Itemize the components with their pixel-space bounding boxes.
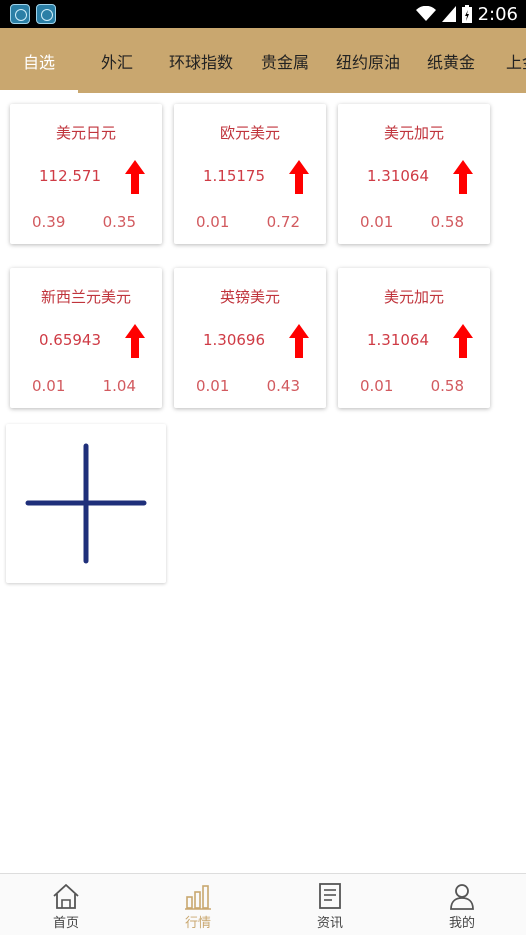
arrow-up-icon xyxy=(289,160,309,194)
nav-profile[interactable]: 我的 xyxy=(396,874,526,935)
quote-card[interactable]: 美元加元 1.31064 0.01 0.58 xyxy=(338,268,490,408)
status-time: 2:06 xyxy=(477,3,518,25)
nav-market[interactable]: 行情 xyxy=(132,874,264,935)
profile-icon xyxy=(450,884,474,910)
quote-price: 1.15175 xyxy=(202,167,266,185)
signal-icon xyxy=(441,6,456,22)
arrow-up-icon xyxy=(125,160,145,194)
nav-label: 首页 xyxy=(52,916,79,931)
quote-card[interactable]: 美元加元 1.31064 0.01 0.58 xyxy=(338,104,490,244)
bottom-navigation: 首页 行情 资讯 我的 xyxy=(0,873,526,935)
tab-shanghai-gold[interactable]: 上金 xyxy=(496,28,526,93)
quote-name: 新西兰元美元 xyxy=(40,288,131,306)
quote-change-percent: 1.04 xyxy=(102,377,136,395)
wifi-icon xyxy=(415,6,436,21)
tab-label: 纽约原油 xyxy=(335,52,400,72)
tab-label: 贵金属 xyxy=(260,52,309,72)
nav-label: 行情 xyxy=(184,916,211,931)
quote-change: 0.01 xyxy=(360,377,394,395)
quote-change: 0.01 xyxy=(360,213,394,231)
quote-name: 英镑美元 xyxy=(219,288,280,306)
arrow-up-icon xyxy=(125,324,145,358)
tab-forex[interactable]: 外汇 xyxy=(78,28,156,93)
quote-card[interactable]: 英镑美元 1.30696 0.01 0.43 xyxy=(174,268,326,408)
tab-label: 纸黄金 xyxy=(426,52,475,72)
tab-precious-metals[interactable]: 贵金属 xyxy=(246,28,324,93)
tab-paper-gold[interactable]: 纸黄金 xyxy=(412,28,490,93)
tab-global-index[interactable]: 环球指数 xyxy=(156,28,246,93)
tab-label: 上金 xyxy=(506,52,526,72)
tab-watchlist[interactable]: 自选 xyxy=(0,28,78,93)
quote-name: 美元日元 xyxy=(55,124,116,142)
quote-name: 欧元美元 xyxy=(219,124,280,142)
nav-label: 资讯 xyxy=(316,916,343,931)
app-notification-icon xyxy=(36,4,56,24)
quote-price: 1.31064 xyxy=(366,331,430,349)
quote-card[interactable]: 欧元美元 1.15175 0.01 0.72 xyxy=(174,104,326,244)
active-tab-indicator xyxy=(0,90,78,93)
quote-change-percent: 0.35 xyxy=(102,213,136,231)
quote-change: 0.01 xyxy=(32,377,66,395)
tab-ny-crude[interactable]: 纽约原油 xyxy=(324,28,412,93)
quote-price: 1.31064 xyxy=(366,167,430,185)
battery-icon xyxy=(461,5,472,23)
nav-news[interactable]: 资讯 xyxy=(264,874,396,935)
category-tab-bar: 自选 外汇 环球指数 贵金属 纽约原油 纸黄金 上金 xyxy=(0,28,526,93)
quote-price: 112.571 xyxy=(38,167,102,185)
quote-change: 0.01 xyxy=(196,377,230,395)
tab-label: 外汇 xyxy=(100,52,133,72)
status-indicators: 2:06 xyxy=(415,2,518,26)
plus-icon xyxy=(25,443,147,564)
quote-change: 0.39 xyxy=(32,213,66,231)
quote-price: 0.65943 xyxy=(38,331,102,349)
market-chart-icon xyxy=(185,885,211,910)
quote-price: 1.30696 xyxy=(202,331,266,349)
arrow-up-icon xyxy=(453,160,473,194)
add-quote-button[interactable] xyxy=(6,424,166,583)
home-icon xyxy=(53,884,79,909)
quote-change: 0.01 xyxy=(196,213,230,231)
app-notification-icon xyxy=(10,4,30,24)
status-bar: 2:06 xyxy=(0,0,526,28)
quote-card[interactable]: 美元日元 112.571 0.39 0.35 xyxy=(10,104,162,244)
arrow-up-icon xyxy=(453,324,473,358)
arrow-up-icon xyxy=(289,324,309,358)
quote-change-percent: 0.43 xyxy=(266,377,300,395)
quote-name: 美元加元 xyxy=(383,288,444,306)
quote-change-percent: 0.58 xyxy=(430,377,464,395)
quote-name: 美元加元 xyxy=(383,124,444,142)
nav-home[interactable]: 首页 xyxy=(0,874,132,935)
quote-card[interactable]: 新西兰元美元 0.65943 0.01 1.04 xyxy=(10,268,162,408)
quote-change-percent: 0.72 xyxy=(266,213,300,231)
tab-label: 环球指数 xyxy=(168,52,233,72)
quote-change-percent: 0.58 xyxy=(430,213,464,231)
tab-label: 自选 xyxy=(22,52,55,72)
nav-label: 我的 xyxy=(448,916,475,931)
news-icon xyxy=(319,883,341,909)
